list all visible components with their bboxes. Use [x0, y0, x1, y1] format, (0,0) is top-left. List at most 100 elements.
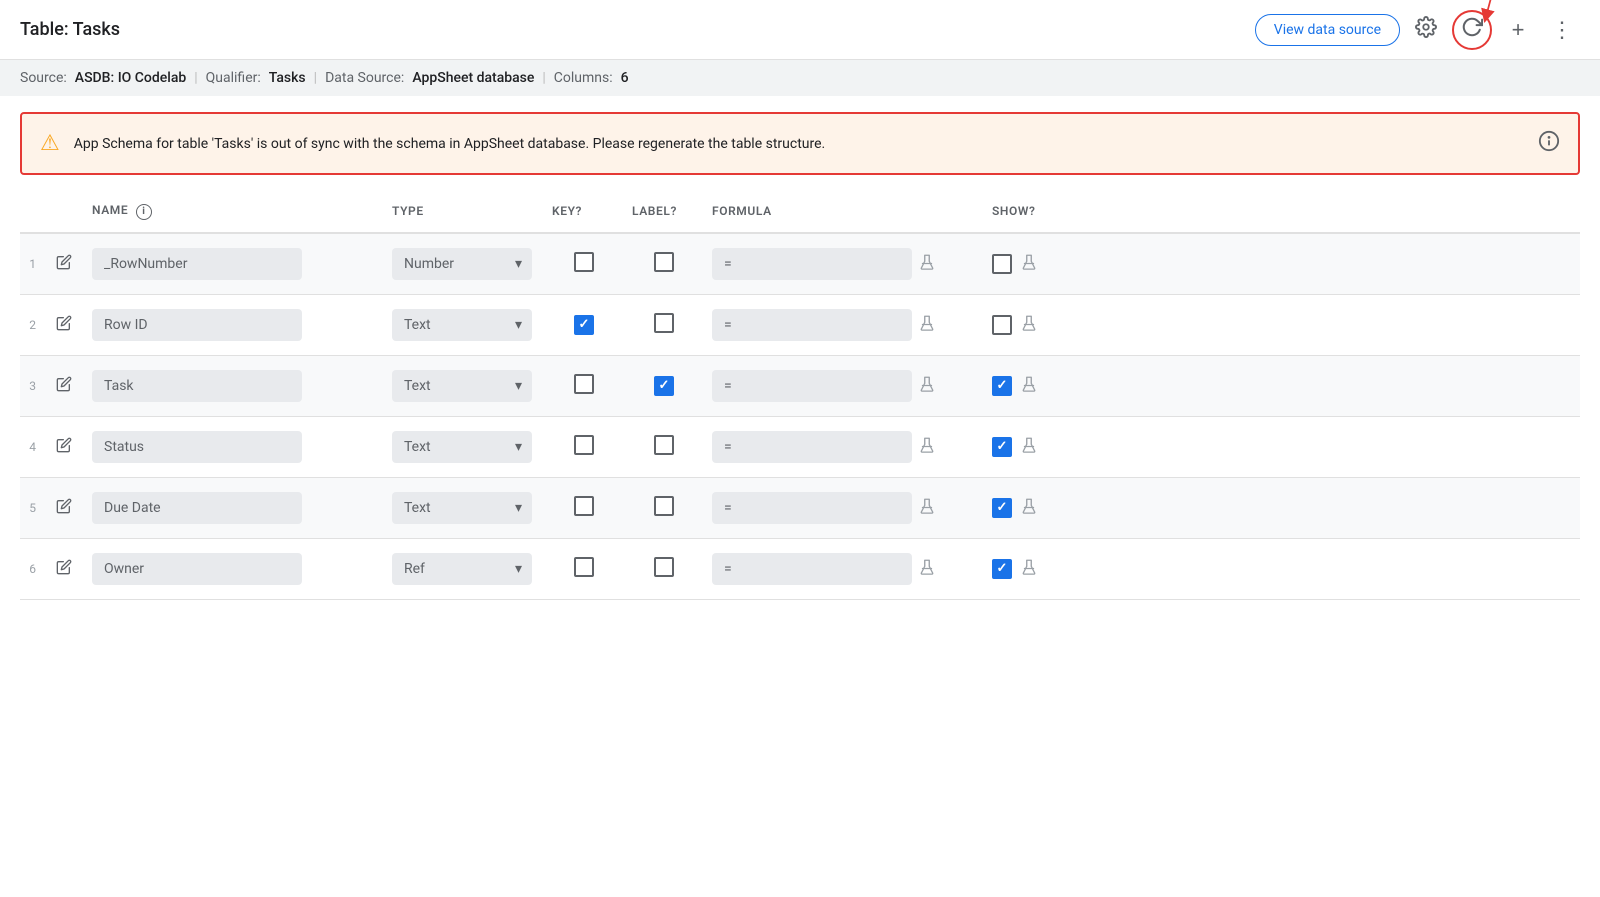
col-name-input-5[interactable] — [92, 492, 302, 524]
edit-icon-6[interactable] — [44, 538, 84, 599]
type-select-wrapper-4: NumberTextRefDateDateTimeEmailDecimalInt… — [392, 431, 532, 463]
show-flask-icon-2[interactable] — [1020, 314, 1038, 336]
key-checkbox-cell-3[interactable] — [544, 355, 624, 416]
edit-pencil-icon[interactable] — [52, 438, 76, 457]
label-checkbox-4[interactable] — [654, 435, 674, 455]
th-formula: FORMULA — [704, 191, 984, 233]
edit-icon-4[interactable] — [44, 416, 84, 477]
edit-pencil-icon[interactable] — [52, 560, 76, 579]
show-checkbox-3[interactable] — [992, 376, 1012, 396]
view-data-source-button[interactable]: View data source — [1255, 14, 1400, 46]
flask-icon-1[interactable] — [918, 253, 936, 275]
type-select-5[interactable]: NumberTextRefDateDateTimeEmailDecimalInt… — [392, 492, 532, 524]
info-circle-icon[interactable] — [1538, 130, 1560, 157]
table-row: 4 NumberTextRefDateDateTimeEmailDecimalI… — [20, 416, 1580, 477]
label-checkbox-cell-3[interactable] — [624, 355, 704, 416]
col-name-input-4[interactable] — [92, 431, 302, 463]
label-checkbox-cell-2[interactable] — [624, 294, 704, 355]
col-name-input-3[interactable] — [92, 370, 302, 402]
edit-pencil-icon[interactable] — [52, 377, 76, 396]
label-checkbox-6[interactable] — [654, 557, 674, 577]
type-select-3[interactable]: NumberTextRefDateDateTimeEmailDecimalInt… — [392, 370, 532, 402]
label-checkbox-cell-6[interactable] — [624, 538, 704, 599]
col-name-input-2[interactable] — [92, 309, 302, 341]
flask-icon-3[interactable] — [918, 375, 936, 397]
formula-wrapper-6 — [712, 553, 976, 585]
type-select-wrapper-6: NumberTextRefDateDateTimeEmailDecimalInt… — [392, 553, 532, 585]
label-checkbox-cell-1[interactable] — [624, 233, 704, 295]
more-options-button[interactable]: ⋮ — [1544, 12, 1580, 48]
col-name-input-6[interactable] — [92, 553, 302, 585]
key-checkbox-cell-2[interactable] — [544, 294, 624, 355]
data-source-label: Data Source: — [325, 70, 404, 86]
show-flask-icon-1[interactable] — [1020, 253, 1038, 275]
show-flask-icon-3[interactable] — [1020, 375, 1038, 397]
edit-icon-1[interactable] — [44, 233, 84, 295]
columns-table-container: NAME i TYPE KEY? LABEL? FORMULA SHOW? 1 … — [0, 191, 1600, 600]
label-checkbox-3[interactable] — [654, 376, 674, 396]
edit-pencil-icon[interactable] — [52, 255, 76, 274]
type-select-1[interactable]: NumberTextRefDateDateTimeEmailDecimalInt… — [392, 248, 532, 280]
show-cell-2 — [984, 294, 1580, 355]
flask-icon-2[interactable] — [918, 314, 936, 336]
type-select-2[interactable]: NumberTextRefDateDateTimeEmailDecimalInt… — [392, 309, 532, 341]
label-checkbox-cell-4[interactable] — [624, 416, 704, 477]
th-key: KEY? — [544, 191, 624, 233]
row-num-1: 1 — [20, 233, 44, 295]
flask-icon-6[interactable] — [918, 558, 936, 580]
flask-icon-5[interactable] — [918, 497, 936, 519]
formula-input-6[interactable] — [712, 553, 912, 585]
gear-icon-button[interactable] — [1408, 12, 1444, 48]
formula-input-3[interactable] — [712, 370, 912, 402]
edit-icon-3[interactable] — [44, 355, 84, 416]
show-checkbox-1[interactable] — [992, 254, 1012, 274]
formula-input-1[interactable] — [712, 248, 912, 280]
show-flask-icon-6[interactable] — [1020, 558, 1038, 580]
edit-pencil-icon[interactable] — [52, 499, 76, 518]
formula-cell-2 — [704, 294, 984, 355]
key-checkbox-3[interactable] — [574, 374, 594, 394]
formula-cell-1 — [704, 233, 984, 295]
show-flask-icon-4[interactable] — [1020, 436, 1038, 458]
formula-input-2[interactable] — [712, 309, 912, 341]
key-checkbox-2[interactable] — [574, 315, 594, 335]
key-checkbox-4[interactable] — [574, 435, 594, 455]
edit-pencil-icon[interactable] — [52, 316, 76, 335]
label-checkbox-cell-5[interactable] — [624, 477, 704, 538]
show-row-2 — [992, 314, 1572, 336]
col-type-cell-5: NumberTextRefDateDateTimeEmailDecimalInt… — [384, 477, 544, 538]
page-header: Table: Tasks View data source — [0, 0, 1600, 60]
warning-banner: ⚠ App Schema for table 'Tasks' is out of… — [20, 112, 1580, 175]
key-checkbox-1[interactable] — [574, 252, 594, 272]
key-checkbox-6[interactable] — [574, 557, 594, 577]
key-checkbox-5[interactable] — [574, 496, 594, 516]
formula-input-5[interactable] — [712, 492, 912, 524]
show-cell-4 — [984, 416, 1580, 477]
label-checkbox-2[interactable] — [654, 313, 674, 333]
col-name-input-1[interactable] — [92, 248, 302, 280]
type-select-6[interactable]: NumberTextRefDateDateTimeEmailDecimalInt… — [392, 553, 532, 585]
formula-wrapper-2 — [712, 309, 976, 341]
col-type-cell-4: NumberTextRefDateDateTimeEmailDecimalInt… — [384, 416, 544, 477]
show-checkbox-5[interactable] — [992, 498, 1012, 518]
col-name-cell-4 — [84, 416, 384, 477]
warning-icon: ⚠ — [40, 131, 60, 156]
edit-icon-5[interactable] — [44, 477, 84, 538]
flask-icon-4[interactable] — [918, 436, 936, 458]
type-select-wrapper-2: NumberTextRefDateDateTimeEmailDecimalInt… — [392, 309, 532, 341]
type-select-4[interactable]: NumberTextRefDateDateTimeEmailDecimalInt… — [392, 431, 532, 463]
key-checkbox-cell-6[interactable] — [544, 538, 624, 599]
key-checkbox-cell-4[interactable] — [544, 416, 624, 477]
key-checkbox-cell-5[interactable] — [544, 477, 624, 538]
label-checkbox-1[interactable] — [654, 252, 674, 272]
show-checkbox-4[interactable] — [992, 437, 1012, 457]
label-checkbox-5[interactable] — [654, 496, 674, 516]
formula-input-4[interactable] — [712, 431, 912, 463]
show-checkbox-6[interactable] — [992, 559, 1012, 579]
show-checkbox-2[interactable] — [992, 315, 1012, 335]
col-name-cell-6 — [84, 538, 384, 599]
show-flask-icon-5[interactable] — [1020, 497, 1038, 519]
edit-icon-2[interactable] — [44, 294, 84, 355]
table-row: 6 NumberTextRefDateDateTimeEmailDecimalI… — [20, 538, 1580, 599]
key-checkbox-cell-1[interactable] — [544, 233, 624, 295]
